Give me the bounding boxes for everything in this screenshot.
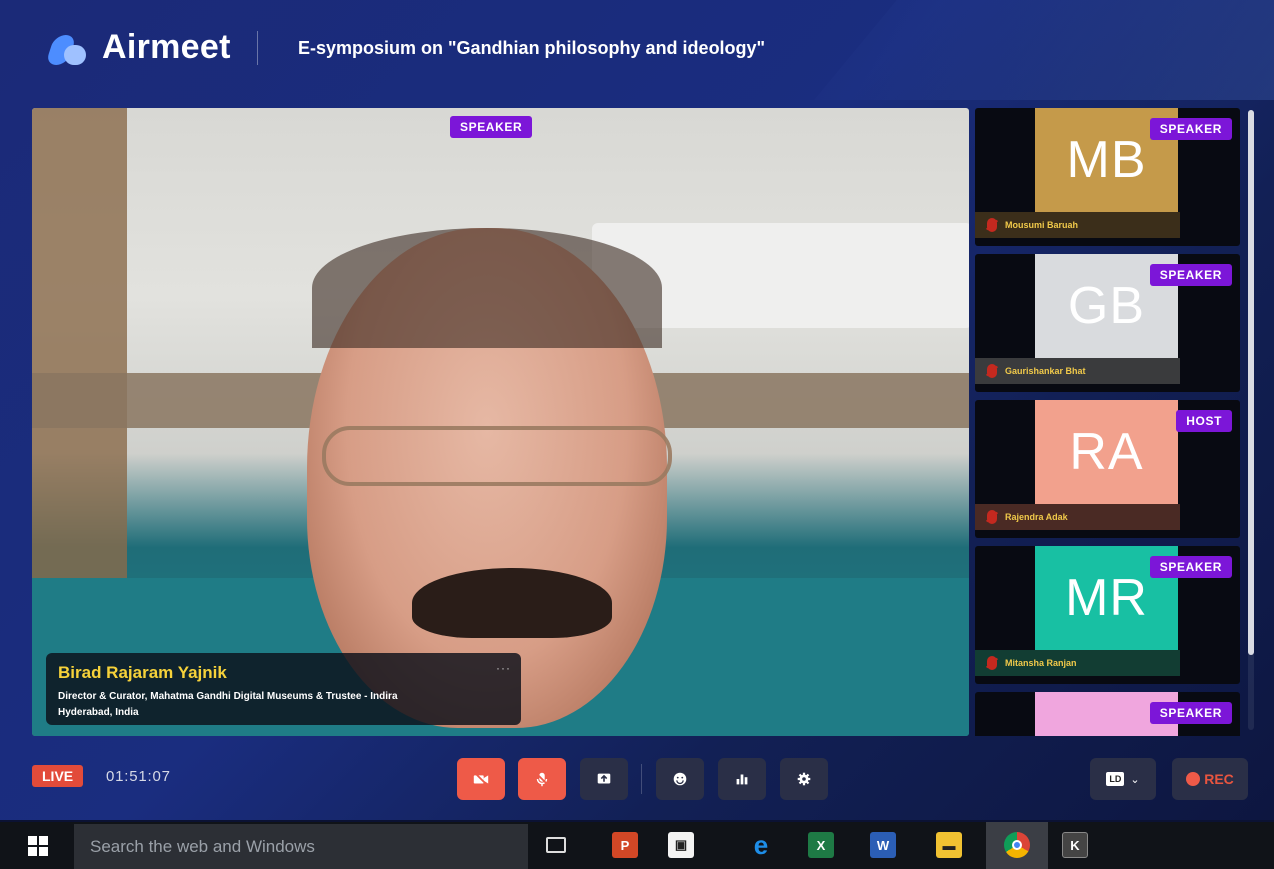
participant-tile[interactable]: MB Mousumi Baruah SPEAKER [975, 108, 1240, 246]
speaker-description-line1: Director & Curator, Mahatma Gandhi Digit… [58, 691, 398, 702]
header: Airmeet E-symposium on "Gandhian philoso… [0, 0, 1274, 100]
windows-start-icon[interactable] [28, 836, 48, 856]
brand-logo: Airmeet [45, 28, 258, 67]
role-badge: HOST [1176, 410, 1232, 432]
speaker-description-line2: Hyderabad, India [58, 707, 139, 718]
mic-muted-icon [987, 656, 997, 670]
mic-muted-icon [987, 364, 997, 378]
participant-name: Mitansha Ranjan [1005, 658, 1077, 668]
participant-tile[interactable]: MR Mitansha Ranjan SPEAKER [975, 546, 1240, 684]
excel-icon[interactable]: X [808, 832, 834, 858]
speaker-badge: SPEAKER [450, 116, 533, 138]
camera-off-button[interactable] [457, 758, 505, 800]
participant-label: Gaurishankar Bhat [975, 358, 1180, 384]
store-icon[interactable]: ▣ [668, 832, 694, 858]
participant-scrollbar-thumb[interactable] [1248, 110, 1254, 655]
participant-name: Mousumi Baruah [1005, 220, 1079, 230]
edge-icon[interactable]: e [748, 830, 774, 860]
control-separator [641, 764, 642, 794]
participant-label: Mitansha Ranjan [975, 650, 1180, 676]
more-options-icon[interactable]: ··· [496, 661, 511, 675]
mic-muted-icon [987, 218, 997, 232]
screen-share-button[interactable] [580, 758, 628, 800]
video-quality-dropdown[interactable]: LD ⌄ [1090, 758, 1156, 800]
speaker-description: Director & Curator, Mahatma Gandhi Digit… [58, 689, 509, 721]
role-badge: SPEAKER [1149, 118, 1232, 140]
mic-muted-icon [987, 510, 997, 524]
participant-list[interactable]: MB Mousumi Baruah SPEAKER GB Gaurishanka… [975, 108, 1240, 736]
chrome-icon[interactable] [1004, 832, 1030, 858]
emoji-icon [673, 772, 687, 786]
word-icon[interactable]: W [870, 832, 896, 858]
avatar: RA [1035, 400, 1178, 504]
airmeet-logo-icon [45, 31, 90, 65]
task-view-icon[interactable] [546, 837, 566, 853]
speaker-name-card: Birad Rajaram Yajnik Director & Curator,… [46, 653, 521, 725]
windows-taskbar: Search the web and Windows P ▣ e X W ▬ K [0, 822, 1274, 869]
participant-name: Gaurishankar Bhat [1005, 366, 1086, 376]
powerpoint-icon[interactable]: P [612, 832, 638, 858]
control-bar: LIVE 01:51:07 LD ⌄ REC [0, 740, 1274, 820]
settings-button[interactable] [780, 758, 828, 800]
mic-off-icon [535, 772, 549, 787]
taskbar-search-input[interactable]: Search the web and Windows [74, 824, 528, 869]
speaker-name: Birad Rajaram Yajnik [58, 663, 227, 682]
screen-share-icon [597, 773, 611, 784]
role-badge: SPEAKER [1149, 702, 1232, 724]
participant-label: Mousumi Baruah [975, 212, 1180, 238]
participant-name: Rajendra Adak [1005, 512, 1068, 522]
event-title: E-symposium on "Gandhian philosophy and … [298, 38, 766, 58]
speaker-hair [312, 228, 662, 348]
participant-label: Rajendra Adak [975, 504, 1180, 530]
chevron-down-icon: ⌄ [1130, 773, 1140, 786]
polls-button[interactable] [718, 758, 766, 800]
gear-icon [797, 772, 811, 786]
header-divider [256, 30, 258, 65]
speaker-glasses [322, 426, 672, 486]
quality-label: LD [1106, 772, 1125, 786]
brand-name: Airmeet [102, 28, 231, 66]
bar-chart-icon [736, 774, 748, 785]
role-badge: SPEAKER [1149, 264, 1232, 286]
k7-app-icon[interactable]: K [1062, 832, 1088, 858]
role-badge: SPEAKER [1149, 556, 1232, 578]
main-speaker-video[interactable]: SPEAKER Birad Rajaram Yajnik Director & … [32, 108, 969, 736]
record-button[interactable]: REC [1172, 758, 1248, 800]
session-timer: 01:51:07 [106, 768, 171, 785]
camera-off-icon [473, 772, 489, 786]
mic-off-button[interactable] [518, 758, 566, 800]
record-dot-icon [1186, 772, 1201, 786]
live-indicator: LIVE [32, 765, 84, 787]
participant-tile[interactable]: SPEAKER [975, 692, 1240, 736]
file-explorer-icon[interactable]: ▬ [936, 832, 962, 858]
participant-tile[interactable]: RA Rajendra Adak HOST [975, 400, 1240, 538]
record-label: REC [1204, 771, 1234, 787]
participant-tile[interactable]: GB Gaurishankar Bhat SPEAKER [975, 254, 1240, 392]
airmeet-app: Airmeet E-symposium on "Gandhian philoso… [0, 0, 1274, 820]
speaker-moustache [412, 568, 612, 638]
reactions-button[interactable] [656, 758, 704, 800]
